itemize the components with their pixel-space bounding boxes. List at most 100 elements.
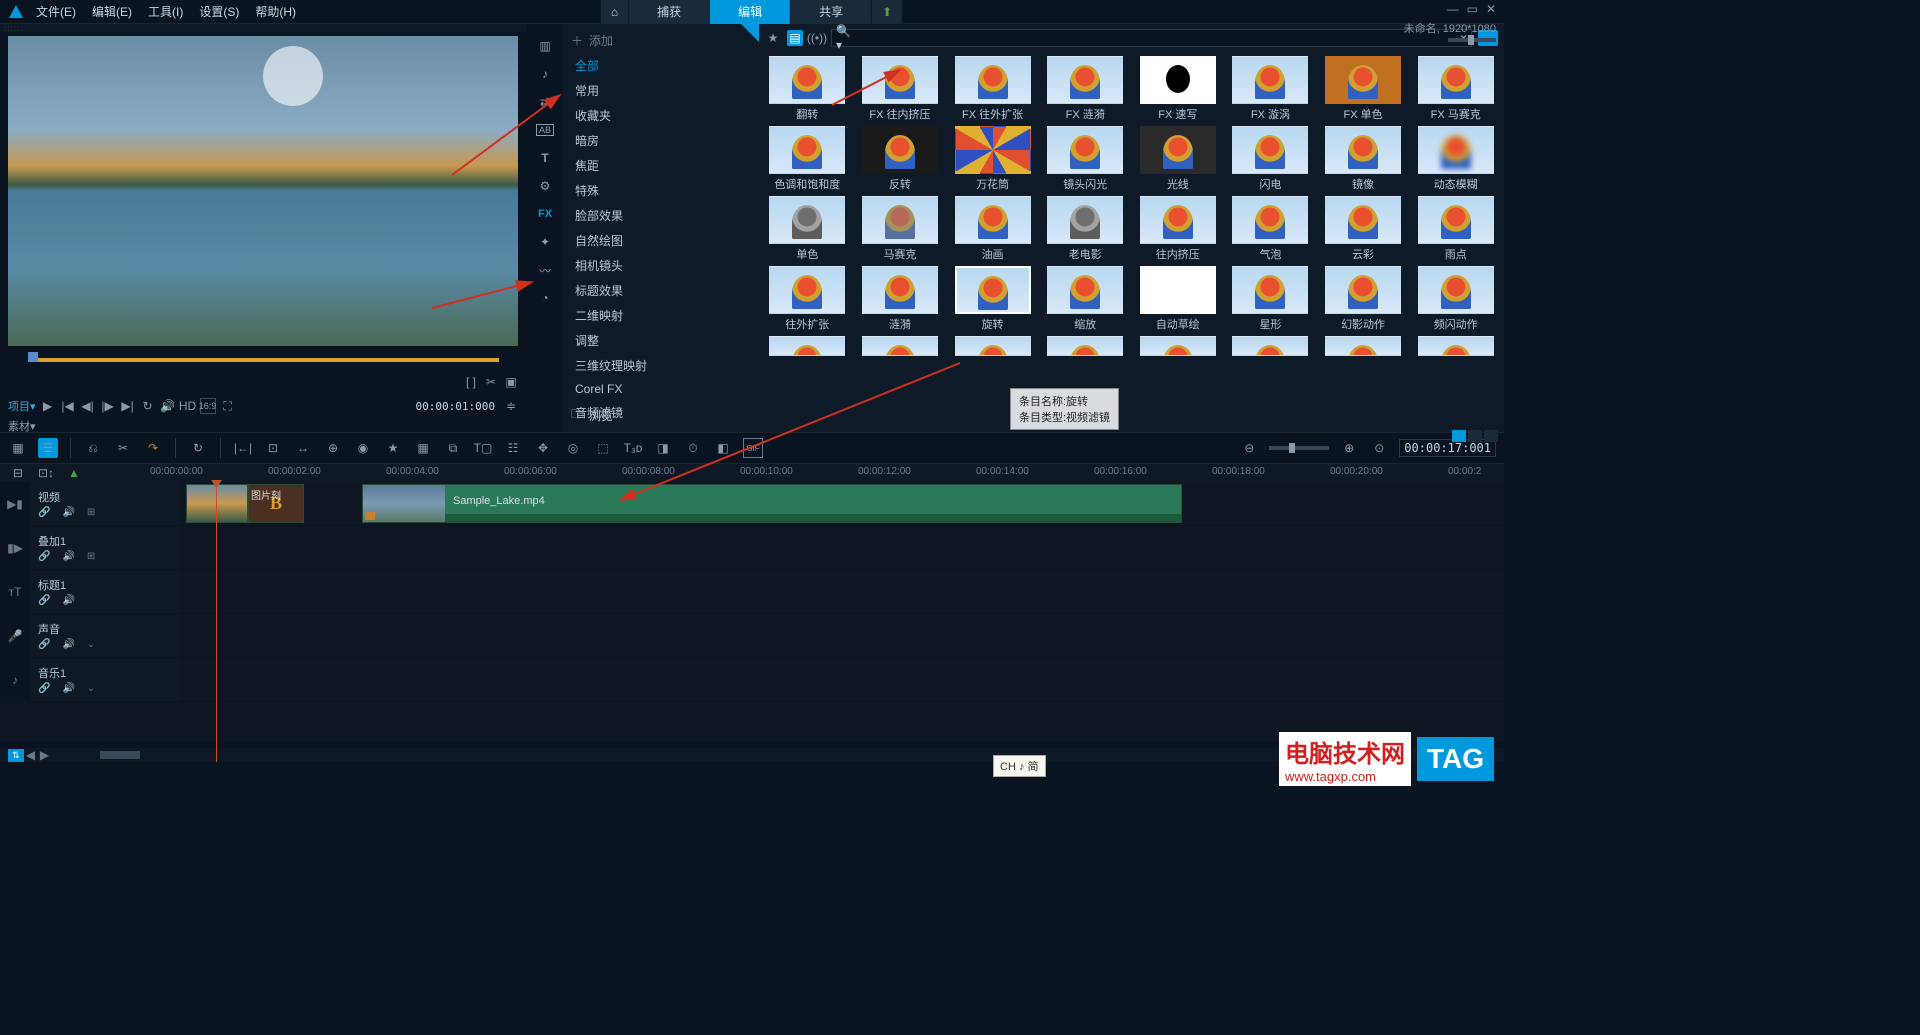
color-icon[interactable]: ◧	[713, 438, 733, 458]
mask-icon[interactable]: ◨	[653, 438, 673, 458]
scroll-left-icon[interactable]: ◀	[24, 748, 38, 762]
link-icon[interactable]: ⧉	[443, 438, 463, 458]
category-item[interactable]: 相机镜头	[563, 253, 759, 278]
fx-item[interactable]	[1411, 336, 1500, 356]
title-tool-icon[interactable]: T▢	[473, 438, 493, 458]
transition-tool-icon[interactable]: ▦	[413, 438, 433, 458]
category-item[interactable]: 自然绘图	[563, 228, 759, 253]
smart-icon[interactable]: ◉	[353, 438, 373, 458]
gif-icon[interactable]: GIF	[743, 438, 763, 458]
minimize-icon[interactable]: —	[1447, 2, 1459, 16]
tab-home[interactable]: ⌂	[601, 0, 629, 24]
mute-toggle-icon[interactable]: 🔊	[62, 507, 74, 518]
fx-tab-icon[interactable]: FX	[527, 200, 563, 228]
timeline-zoom-slider[interactable]	[1269, 446, 1329, 450]
audio-tab-icon[interactable]: ♪	[527, 60, 563, 88]
transition-tab-icon[interactable]: ⇄	[527, 88, 563, 116]
fx-item[interactable]: 缩放	[1041, 266, 1130, 332]
volume-icon[interactable]: 🔊	[160, 398, 176, 414]
next-frame-icon[interactable]: |▶	[100, 398, 116, 414]
fullscreen-icon[interactable]: ⛶	[220, 398, 236, 414]
clip-transition-b[interactable]: 图片刻 B	[248, 484, 304, 523]
text-tab-icon[interactable]: T	[527, 144, 563, 172]
fx-item[interactable]: 万花筒	[948, 126, 1037, 192]
category-item[interactable]: 三维纹理映射	[563, 353, 759, 378]
fx-item[interactable]: 翻转	[763, 56, 852, 122]
fx-item[interactable]: 动态模糊	[1411, 126, 1500, 192]
menu-file[interactable]: 文件(E)	[36, 3, 76, 20]
fit-icon[interactable]: ⊙	[1369, 438, 1389, 458]
clip-image-1[interactable]	[186, 484, 248, 523]
voice-track-content[interactable]	[180, 614, 1504, 657]
category-item[interactable]: 收藏夹	[563, 103, 759, 128]
category-item[interactable]: Corel FX	[563, 378, 759, 400]
layout-preset-3[interactable]	[1484, 430, 1498, 442]
maximize-icon[interactable]: ▭	[1467, 2, 1478, 16]
tab-capture[interactable]: 捕获	[629, 0, 710, 24]
fx-item[interactable]: 往外扩张	[763, 266, 852, 332]
fx-item[interactable]	[856, 336, 945, 356]
menu-settings[interactable]: 设置(S)	[199, 3, 239, 20]
list-view-icon[interactable]: ▤	[787, 30, 803, 46]
fx-item[interactable]: 闪电	[1226, 126, 1315, 192]
fx-item[interactable]: FX 漩涡	[1226, 56, 1315, 122]
zoom-tool-icon[interactable]: ⊕	[323, 438, 343, 458]
link-toggle-icon[interactable]: 🔗	[38, 507, 50, 518]
track-add-icon[interactable]: ▲	[64, 463, 84, 483]
preview-viewport[interactable]	[8, 36, 518, 346]
redo-icon[interactable]: ↷	[143, 438, 163, 458]
track-collapse-icon[interactable]: ⊟	[8, 463, 28, 483]
fx-item[interactable]: 雨点	[1411, 196, 1500, 262]
scroll-right-icon[interactable]: ▶	[38, 748, 52, 762]
fx-item[interactable]: 反转	[856, 126, 945, 192]
preview-scrubber[interactable]	[8, 350, 519, 370]
playhead[interactable]	[216, 482, 217, 762]
add-category-icon[interactable]: ＋	[571, 32, 583, 49]
cut-icon[interactable]: ✂	[483, 374, 499, 390]
category-item[interactable]: 全部	[563, 53, 759, 78]
video-track-content[interactable]: 图片刻 B Sample_Lake.mp4	[180, 482, 1504, 525]
goto-start-icon[interactable]: |◀	[60, 398, 76, 414]
effect-icon[interactable]: ★	[383, 438, 403, 458]
clip-video-sample[interactable]: Sample_Lake.mp4	[362, 484, 1182, 523]
menu-tools[interactable]: 工具(I)	[148, 3, 183, 20]
path-tab-icon[interactable]: 〰	[527, 256, 563, 284]
scrub-handle[interactable]	[28, 352, 38, 362]
track-options-icon[interactable]: ⊡↕	[36, 463, 56, 483]
fx-search-input[interactable]: 🔍▾ ×	[831, 29, 1472, 47]
fx-item[interactable]: FX 马赛克	[1411, 56, 1500, 122]
redo2-icon[interactable]: ↻	[188, 438, 208, 458]
storyboard-view-icon[interactable]: ▦	[8, 438, 28, 458]
resize-icon[interactable]: ↔	[293, 438, 313, 458]
sort-icon[interactable]: ((•))	[809, 30, 825, 46]
category-item[interactable]: 暗房	[563, 128, 759, 153]
category-item[interactable]: 脸部效果	[563, 203, 759, 228]
fx-item[interactable]: 光线	[1134, 126, 1223, 192]
music-track-icon[interactable]: ♪	[0, 658, 30, 701]
fx-item[interactable]	[948, 336, 1037, 356]
fx-item[interactable]: 频闪动作	[1411, 266, 1500, 332]
goto-end-icon[interactable]: ▶|	[120, 398, 136, 414]
overlay-track-content[interactable]	[180, 526, 1504, 569]
layout-preset-1[interactable]	[1452, 430, 1466, 442]
category-item[interactable]: 标题效果	[563, 278, 759, 303]
category-item[interactable]: 特殊	[563, 178, 759, 203]
voice-track-icon[interactable]: 🎤	[0, 614, 30, 657]
menu-edit[interactable]: 编辑(E)	[92, 3, 132, 20]
timecode-stepper[interactable]: ≑	[503, 398, 519, 414]
play-button[interactable]: ▶	[40, 398, 56, 414]
aspect-ratio[interactable]: 16:9	[200, 398, 216, 414]
record-icon[interactable]: ⊡	[263, 438, 283, 458]
collapse-tracks-icon[interactable]: ⇅	[8, 749, 24, 762]
zoom-in-icon[interactable]: ⊕	[1339, 438, 1359, 458]
hd-toggle[interactable]: HD	[180, 398, 196, 414]
fx-item[interactable]: 油画	[948, 196, 1037, 262]
fx-item[interactable]: FX 速写	[1134, 56, 1223, 122]
crop-tool-icon[interactable]: ⬚	[593, 438, 613, 458]
target-icon[interactable]: ◎	[563, 438, 583, 458]
fx-item[interactable]: 星形	[1226, 266, 1315, 332]
speed-tab-icon[interactable]: ◔	[527, 284, 563, 312]
fx-item[interactable]: 老电影	[1041, 196, 1130, 262]
category-item[interactable]: 调整	[563, 328, 759, 353]
category-item[interactable]: 常用	[563, 78, 759, 103]
